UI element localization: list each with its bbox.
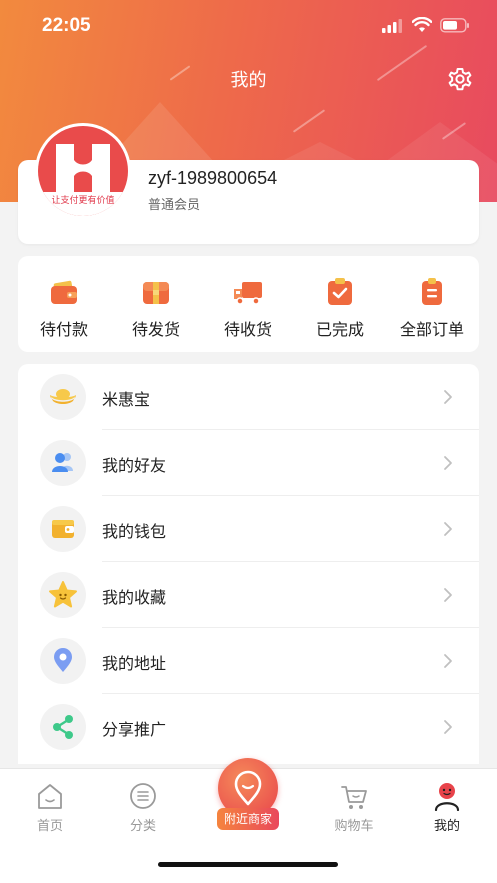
menu-item-friends[interactable]: 我的好友	[18, 430, 479, 496]
page-title: 我的	[230, 70, 267, 91]
chevron-right-icon	[444, 720, 452, 734]
nearby-merchants-label[interactable]: 附近商家	[217, 808, 279, 830]
home-indicator	[158, 862, 338, 867]
menu-list: 米惠宝 我的好友 我的钱包 我的收藏 我的地址 分享推广	[18, 364, 479, 764]
menu-item-wallet[interactable]: 我的钱包	[18, 496, 479, 562]
member-level: 普通会员	[148, 198, 201, 213]
tab-home[interactable]: 首页	[10, 777, 90, 837]
avatar[interactable]: 让支付更有价值	[35, 123, 131, 219]
orders-card: 待付款 待发货 待收货 已完成 全部订单	[18, 256, 479, 352]
cart-icon	[341, 786, 367, 809]
chevron-right-icon	[444, 456, 452, 470]
home-icon	[38, 784, 62, 809]
menu-item-address[interactable]: 我的地址	[18, 628, 479, 694]
order-label: 待发货	[131, 320, 180, 339]
tab-cart[interactable]: 购物车	[314, 777, 394, 837]
chevron-right-icon	[444, 654, 452, 668]
order-to-receive[interactable]: 待收货	[202, 256, 294, 352]
wallet-icon	[52, 520, 74, 538]
menu-item-label: 我的好友	[102, 456, 167, 475]
wifi-icon	[412, 17, 432, 32]
menu-item-favorites[interactable]: 我的收藏	[18, 562, 479, 628]
wallet-icon	[51, 280, 77, 304]
gift-box-icon	[143, 282, 169, 304]
share-icon	[53, 715, 73, 739]
gold-ingot-icon	[50, 389, 76, 404]
chevron-right-icon	[444, 522, 452, 536]
tab-mine[interactable]: 我的	[407, 777, 487, 837]
status-time: 22:05	[42, 15, 91, 36]
tab-label: 购物车	[334, 819, 374, 834]
tab-category[interactable]: 分类	[103, 777, 183, 837]
order-completed[interactable]: 已完成	[294, 256, 386, 352]
tab-label: 首页	[36, 819, 63, 834]
menu-item-label: 分享推广	[102, 720, 167, 739]
cellular-signal-icon	[382, 19, 402, 33]
location-pin-icon	[54, 648, 72, 672]
category-icon	[130, 783, 156, 809]
order-pending-payment[interactable]: 待付款	[18, 256, 110, 352]
checked-clipboard-icon	[328, 278, 352, 305]
status-bar: 22:05	[0, 0, 497, 54]
truck-icon	[234, 282, 262, 305]
battery-icon	[440, 18, 469, 33]
star-icon	[49, 581, 77, 608]
order-label: 待收货	[223, 320, 272, 339]
tab-label: 我的	[433, 819, 460, 834]
menu-item-label: 米惠宝	[102, 390, 151, 409]
menu-item-label: 我的收藏	[102, 588, 167, 607]
chevron-right-icon	[444, 390, 452, 404]
order-to-ship[interactable]: 待发货	[110, 256, 202, 352]
username: zyf-1989800654	[148, 168, 278, 188]
menu-item-label: 我的地址	[102, 654, 167, 673]
chevron-right-icon	[444, 588, 452, 602]
avatar-caption: 让支付更有价值	[38, 192, 128, 216]
order-all[interactable]: 全部订单	[386, 256, 478, 352]
menu-item-label: 我的钱包	[102, 522, 167, 541]
menu-item-mihuibao[interactable]: 米惠宝	[18, 364, 479, 430]
menu-item-share[interactable]: 分享推广	[18, 694, 479, 760]
tab-label: 分类	[129, 819, 156, 834]
friends-icon	[52, 453, 73, 472]
order-label: 已完成	[315, 320, 364, 339]
order-label: 待付款	[39, 320, 88, 339]
brand-logo: 让支付更有价值	[38, 126, 128, 216]
order-list-icon	[422, 278, 442, 305]
settings-gear-icon[interactable]	[446, 65, 474, 93]
order-label: 全部订单	[399, 320, 464, 339]
profile-icon	[434, 783, 460, 811]
